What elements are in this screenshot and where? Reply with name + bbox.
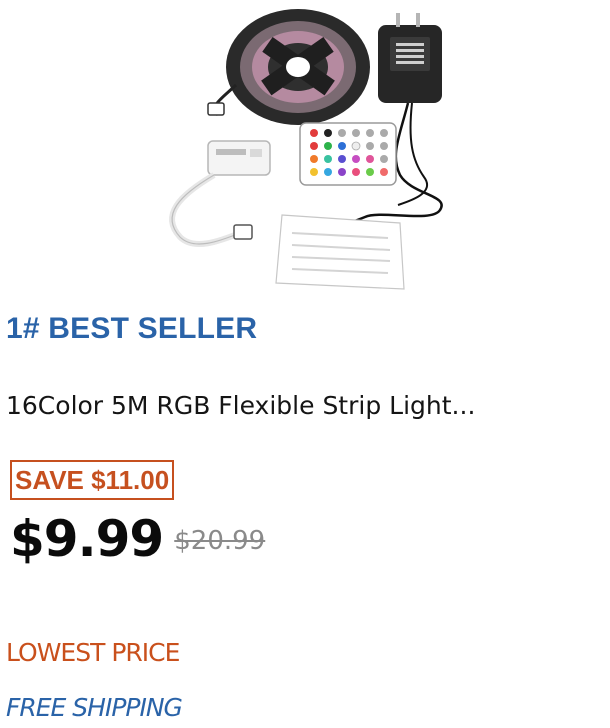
best-seller-badge: 1# BEST SELLER	[6, 312, 258, 345]
led-reel-graphic	[207, 9, 370, 125]
instruction-sheet-graphic	[275, 214, 405, 290]
current-price: $9.99	[10, 510, 164, 568]
product-title[interactable]: 16Color 5M RGB Flexible Strip Light...	[6, 391, 475, 420]
save-badge: SAVE $11.00	[10, 460, 175, 500]
remote-control-graphic	[299, 122, 397, 186]
original-price: $20.99	[174, 526, 266, 556]
price-row: $9.99 $20.99	[10, 510, 265, 580]
free-shipping-label: FREE SHIPPING	[6, 693, 183, 722]
controller-box-graphic	[169, 140, 271, 247]
product-image[interactable]	[150, 5, 460, 295]
lowest-price-label: LOWEST PRICE	[6, 638, 180, 667]
product-card[interactable]: 1# BEST SELLER 16Color 5M RGB Flexible S…	[0, 0, 610, 728]
